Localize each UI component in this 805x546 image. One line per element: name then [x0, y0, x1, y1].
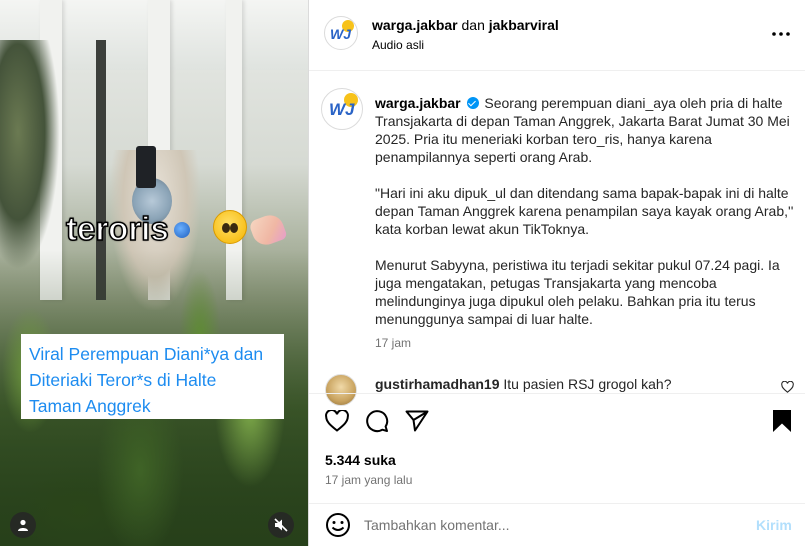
- video-caption-line: Diteriaki Teror*s di Halte: [29, 370, 217, 390]
- caption-paragraph-3: Menurut Sabyyna, peristiwa itu terjadi s…: [375, 257, 780, 327]
- author-link[interactable]: warga.jakbar: [372, 17, 458, 33]
- likes-count[interactable]: 5.344 suka: [325, 452, 396, 468]
- share-button[interactable]: [404, 408, 430, 434]
- avatar-logo-text: WJ: [330, 26, 351, 42]
- caption-section: WJ warga.jakbar Seorang perempuan diani_…: [309, 72, 805, 394]
- video-tree: [0, 40, 60, 270]
- author-joiner: dan: [457, 17, 489, 33]
- pin-emoji-icon: [174, 222, 190, 238]
- like-button[interactable]: [324, 408, 350, 434]
- author-names: warga.jakbar dan jakbarviral: [372, 17, 559, 33]
- speaker-muted-icon: [274, 518, 288, 532]
- heart-icon: [325, 410, 349, 432]
- more-dots-icon: [772, 32, 790, 36]
- commenter-username[interactable]: gustirhamadhan19: [375, 376, 499, 392]
- caption-avatar[interactable]: WJ: [321, 88, 363, 130]
- avatar-logo-text: WJ: [329, 100, 355, 119]
- caption-text: warga.jakbar Seorang perempuan diani_aya…: [375, 94, 795, 346]
- user-icon: [18, 519, 28, 531]
- pleading-face-emoji-icon: [213, 210, 247, 244]
- post-panel: WJ warga.jakbar dan jakbarviral Audio as…: [309, 0, 805, 546]
- bookmark-icon: [773, 410, 791, 432]
- comment-bubble-icon: [366, 410, 389, 433]
- emoji-smiley-icon[interactable]: [325, 512, 351, 538]
- mute-button[interactable]: [268, 512, 294, 538]
- post-time-ago: 17 jam yang lalu: [325, 473, 413, 487]
- video-caption-box: Viral Perempuan Diani*ya dan Diteriaki T…: [21, 334, 284, 419]
- caption-timestamp[interactable]: 17 jam: [375, 336, 411, 350]
- comment-body: gustirhamadhan19 Itu pasien RSJ grogol k…: [375, 376, 671, 392]
- post-header: WJ warga.jakbar dan jakbarviral Audio as…: [309, 0, 805, 71]
- save-button[interactable]: [769, 408, 795, 434]
- tagged-users-button[interactable]: [10, 512, 36, 538]
- more-options-button[interactable]: [769, 22, 793, 46]
- caption-username[interactable]: warga.jakbar: [375, 95, 461, 111]
- comment-like-heart-icon[interactable]: [781, 381, 794, 393]
- video-phone: [136, 146, 156, 188]
- coauthor-link[interactable]: jakbarviral: [489, 17, 559, 33]
- nail-polish-emoji-icon: [248, 211, 288, 249]
- comment-input[interactable]: [364, 512, 744, 538]
- comment-text: Itu pasien RSJ grogol kah?: [503, 376, 672, 392]
- verified-badge-icon: [466, 97, 479, 109]
- add-comment-bar: Kirim: [309, 503, 805, 546]
- video-overlay-word: teroris: [65, 209, 169, 248]
- video-caption-line: Taman Anggrek: [29, 396, 151, 416]
- video-caption-line: Viral Perempuan Diani*ya dan: [29, 344, 264, 364]
- comment-button[interactable]: [364, 408, 390, 434]
- author-avatar[interactable]: WJ: [324, 16, 358, 50]
- post-actions: 5.344 suka 17 jam yang lalu: [309, 393, 805, 493]
- send-comment-button[interactable]: Kirim: [756, 517, 792, 533]
- paper-plane-icon: [405, 410, 429, 432]
- post-video[interactable]: teroris Viral Perempuan Diani*ya dan Dit…: [0, 0, 308, 546]
- audio-link[interactable]: Audio asli: [372, 38, 424, 52]
- caption-paragraph-2: "Hari ini aku dipuk_ul dan ditendang sam…: [375, 185, 794, 237]
